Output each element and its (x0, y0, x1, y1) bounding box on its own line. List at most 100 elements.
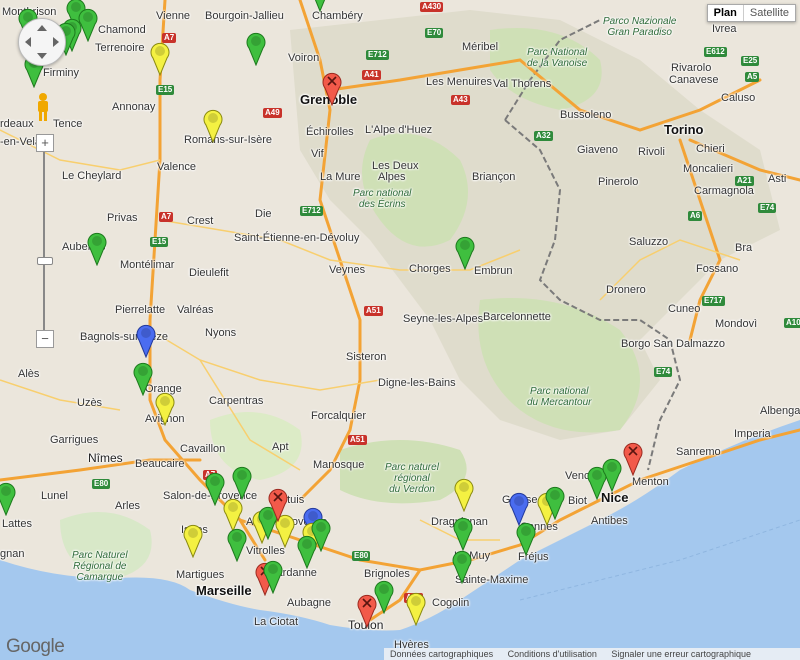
city-label: Pierrelatte (115, 304, 166, 316)
city-label: Voiron (288, 52, 320, 64)
map-marker-green[interactable] (262, 558, 284, 594)
city-label: Nyons (205, 327, 237, 339)
city-label: Alpes (378, 171, 406, 183)
map-marker-green[interactable] (231, 464, 253, 500)
city-label: Firminy (43, 67, 80, 79)
map-marker-yellow[interactable] (453, 476, 475, 512)
city-label: Dronero (606, 284, 646, 296)
park-label: Parc Naturel Régional de Camargue (72, 550, 128, 583)
city-label: Méribel (462, 41, 499, 53)
map-marker-green[interactable] (86, 230, 108, 266)
city-label: Sisteron (346, 351, 387, 363)
road-shield: A21 (735, 176, 754, 186)
city-label: gnan (0, 548, 25, 560)
map-marker-green[interactable] (296, 533, 318, 569)
map-marker-green[interactable] (451, 548, 473, 584)
map-marker-green[interactable] (601, 456, 623, 492)
map-marker-red[interactable] (622, 440, 644, 476)
city-label: Montélimar (120, 259, 175, 271)
park-label: Parc national du Mercantour (527, 386, 592, 408)
city-label: Pinerolo (598, 176, 639, 188)
city-label: Seyne-les-Alpes (403, 313, 484, 325)
map-type-plan-button[interactable]: Plan (708, 5, 744, 21)
map-marker-yellow[interactable] (149, 40, 171, 76)
map-marker-green[interactable] (515, 520, 537, 556)
map-marker-red[interactable] (267, 486, 289, 522)
map-marker-yellow[interactable] (202, 107, 224, 143)
map-marker-green[interactable] (309, 0, 331, 12)
road-shield: E712 (300, 206, 323, 216)
city-label: Privas (107, 212, 138, 224)
road-shield: E712 (366, 50, 389, 60)
map-footer: Données cartographiques Conditions d'uti… (384, 648, 800, 660)
city-label: La Ciotat (254, 616, 299, 628)
city-label: Menton (632, 476, 669, 488)
zoom-in-button[interactable]: + (36, 134, 54, 152)
city-label: Bussoleno (560, 109, 612, 121)
road-shield: A10 (784, 318, 800, 328)
map-marker-green[interactable] (544, 484, 566, 520)
map-data-link[interactable]: Données cartographiques (384, 649, 499, 659)
map-marker-red[interactable] (356, 592, 378, 628)
map-marker-green[interactable] (226, 526, 248, 562)
city-label: Beaucaire (135, 458, 185, 470)
map-marker-green[interactable] (0, 480, 17, 516)
city-label: Chorges (409, 263, 451, 275)
map-marker-red[interactable] (321, 70, 343, 106)
road-shield: A6 (688, 211, 703, 221)
city-label: Arles (115, 500, 141, 512)
map-marker-yellow[interactable] (154, 390, 176, 426)
map-type-control: Plan Satellite (706, 4, 796, 22)
road-shield: A43 (451, 95, 470, 105)
city-label: Ivrea (712, 23, 737, 35)
city-label: Apt (272, 441, 289, 453)
city-label: Martigues (176, 569, 225, 581)
city-label: Torino (664, 122, 704, 137)
city-label: Tence (53, 118, 83, 130)
city-label: Mondovì (715, 318, 758, 330)
map-marker-green[interactable] (454, 234, 476, 270)
city-label: Manosque (313, 459, 365, 471)
city-label: Romans-sur-Isère (184, 134, 273, 146)
street-view-pegman-icon[interactable] (35, 92, 51, 122)
road-shield: A49 (263, 108, 282, 118)
map-marker-green[interactable] (245, 30, 267, 66)
road-shield: E717 (702, 296, 725, 306)
zoom-slider-track[interactable] (43, 142, 45, 338)
city-label: Digne-les-Bains (378, 377, 456, 389)
city-label: Carpentras (209, 395, 264, 407)
map-type-satellite-button[interactable]: Satellite (744, 5, 795, 21)
road-shield: A7 (159, 212, 174, 222)
map-marker-green[interactable] (452, 515, 474, 551)
zoom-out-button[interactable]: − (36, 330, 54, 348)
road-shield: A32 (534, 131, 553, 141)
city-label: Aubagne (287, 597, 332, 609)
city-label: Albenga (760, 405, 800, 417)
road-shield: A51 (348, 435, 367, 445)
city-label: Valréas (177, 304, 214, 316)
city-label: Forcalquier (311, 410, 367, 422)
city-label: Marseille (196, 583, 252, 598)
google-logo[interactable]: Google (6, 636, 65, 658)
zoom-slider-thumb[interactable] (37, 257, 53, 265)
park-label: Parc naturel régional du Verdon (385, 462, 439, 495)
city-label: Imperia (734, 428, 771, 440)
city-label: Caluso (721, 92, 756, 104)
map-marker-yellow[interactable] (182, 522, 204, 558)
city-label: Annonay (112, 101, 156, 113)
city-label: Giaveno (577, 144, 618, 156)
city-label: Garrigues (50, 434, 99, 446)
map-marker-blue[interactable] (135, 322, 157, 358)
terms-link[interactable]: Conditions d'utilisation (502, 649, 603, 659)
city-label: Val Thorens (493, 78, 552, 90)
park-label: Parco Nazionale Gran Paradiso (603, 16, 677, 38)
city-label: Embrun (474, 265, 513, 277)
city-label: Borgo San Dalmazzo (621, 338, 725, 350)
city-label: Les Menuires (426, 76, 493, 88)
city-label: Saint-Étienne-en-Dévoluy (234, 232, 360, 244)
pan-control[interactable] (18, 18, 66, 66)
report-error-link[interactable]: Signaler une erreur cartographique (605, 649, 757, 659)
map-marker-green[interactable] (132, 360, 154, 396)
map-marker-yellow[interactable] (405, 590, 427, 626)
city-label: Sanremo (676, 446, 721, 458)
